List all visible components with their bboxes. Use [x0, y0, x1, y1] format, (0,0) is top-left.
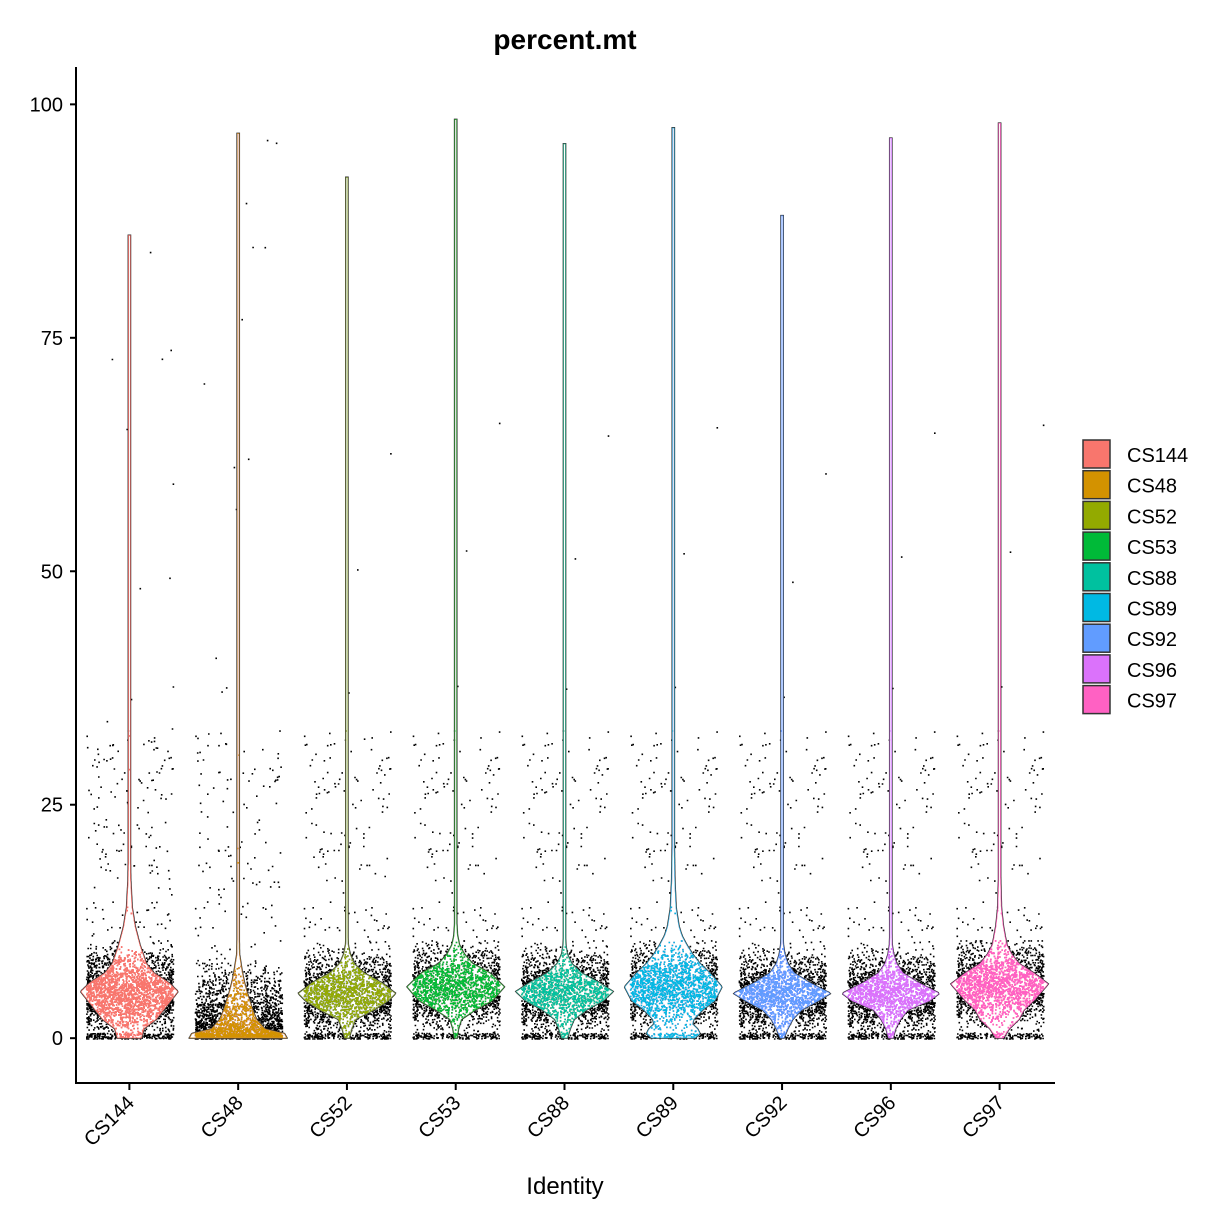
- violin-chart: percent.mt 0255075100 CS144 CS48 CS52 CS53 C…: [30, 24, 1189, 1200]
- y-tick-label: 25: [41, 795, 63, 817]
- violin-fill-CS88: [515, 143, 614, 1039]
- violin-fill-CS89: [624, 127, 722, 1039]
- x-tick-label: CS92: [741, 1092, 792, 1143]
- y-tick-label: 50: [41, 561, 63, 583]
- legend-label: CS53: [1127, 537, 1177, 559]
- y-tick-label: 100: [30, 94, 63, 116]
- violin-fill-CS144: [80, 235, 178, 1039]
- legend-label: CS89: [1127, 599, 1177, 621]
- y-ticks: 0 25 50 75 100: [30, 94, 76, 1050]
- violin-fill-CS96: [842, 138, 939, 1039]
- x-tick-label: CS53: [414, 1092, 465, 1143]
- legend-item-CS144: CS144: [1082, 439, 1188, 469]
- x-tick-label: CS52: [306, 1092, 357, 1143]
- violin-fill-CS92: [733, 215, 831, 1039]
- x-tick-label: CS96: [849, 1092, 900, 1143]
- legend-key: [1082, 654, 1111, 684]
- chart-title: percent.mt: [493, 24, 636, 55]
- legend-item-CS92: CS92: [1082, 623, 1177, 653]
- legend-label: CS144: [1127, 445, 1188, 467]
- violin-fill-CS53: [406, 119, 505, 1039]
- legend-label: CS88: [1127, 568, 1177, 590]
- legend-item-CS52: CS52: [1082, 500, 1177, 531]
- legend-item-CS48: CS48: [1082, 469, 1177, 500]
- legend-item-CS97: CS97: [1082, 684, 1177, 715]
- x-tick-label: CS97: [958, 1092, 1009, 1143]
- legend-label: CS96: [1127, 660, 1177, 682]
- x-ticks: CS144 CS48 CS52 CS53 CS88 CS89 CS92 CS96 CS97: [80, 1083, 1009, 1151]
- legend: CS144 CS48 CS52 CS53 CS88 CS89 CS92 CS96 CS97: [1082, 439, 1188, 715]
- y-tick-label: 75: [41, 328, 63, 350]
- legend-key: [1082, 531, 1111, 561]
- legend-key: [1082, 562, 1111, 592]
- violin-fill-CS52: [298, 177, 396, 1039]
- legend-item-CS53: CS53: [1082, 531, 1177, 561]
- legend-key: [1082, 439, 1111, 469]
- legend-item-CS88: CS88: [1082, 562, 1177, 592]
- legend-item-CS89: CS89: [1082, 592, 1177, 623]
- legend-label: CS48: [1127, 476, 1177, 498]
- x-tick-label: CS88: [523, 1092, 574, 1143]
- legend-label: CS92: [1127, 629, 1177, 651]
- legend-key: [1082, 684, 1111, 715]
- violin-fill-CS97: [950, 123, 1049, 1039]
- violins: [80, 118, 1050, 1039]
- legend-key: [1082, 623, 1111, 653]
- y-tick-label: 0: [52, 1028, 63, 1050]
- x-tick-label: CS48: [197, 1092, 248, 1143]
- legend-key: [1082, 592, 1111, 623]
- violin-fill-CS48: [189, 133, 288, 1039]
- legend-label: CS52: [1127, 506, 1177, 528]
- x-axis-title: Identity: [526, 1173, 603, 1200]
- legend-key: [1082, 469, 1111, 500]
- legend-key: [1082, 500, 1111, 531]
- legend-label: CS97: [1127, 691, 1177, 713]
- x-tick-label: CS144: [80, 1092, 139, 1151]
- x-tick-label: CS89: [632, 1092, 683, 1143]
- legend-item-CS96: CS96: [1082, 654, 1177, 684]
